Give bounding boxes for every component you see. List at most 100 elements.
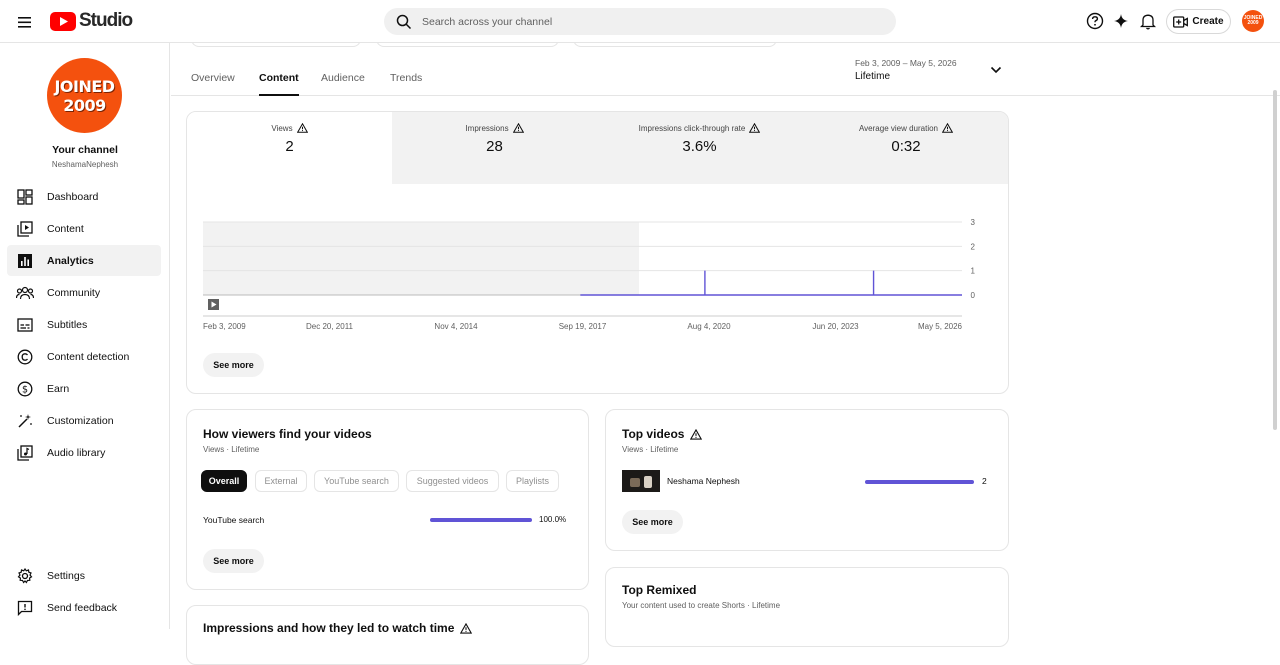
analytics-icon: [16, 252, 34, 270]
chart-y-axis: 3 2 1 0: [971, 218, 976, 300]
video-thumbnail[interactable]: [622, 470, 660, 492]
account-avatar[interactable]: JOINED 2009: [1242, 10, 1264, 32]
search-input[interactable]: [422, 15, 842, 28]
content-icon: [16, 220, 34, 238]
chart-x-tick-label: Nov 4, 2014: [434, 322, 478, 331]
chip-youtube-search[interactable]: YouTube search: [314, 470, 399, 492]
help-icon[interactable]: [1085, 11, 1105, 31]
see-more-button[interactable]: See more: [203, 549, 264, 573]
sidebar-item-earn[interactable]: $ Earn: [7, 373, 161, 404]
warning-icon: [942, 123, 953, 133]
chart-x-tick-label: Jun 20, 2023: [812, 322, 859, 331]
sidebar-item-label: Dashboard: [47, 190, 99, 203]
chart-shaded-region: [203, 222, 639, 295]
chart-x-tick-label: Sep 19, 2017: [559, 322, 607, 331]
logo-text: Studio: [79, 10, 133, 31]
video-views-bar: [865, 480, 974, 484]
studio-logo[interactable]: Studio: [50, 10, 133, 32]
play-icon[interactable]: [208, 299, 219, 310]
notifications-icon[interactable]: [1138, 11, 1158, 31]
dollar-icon: $: [16, 380, 34, 398]
top-bar: Studio Create JOINED 2009: [0, 0, 1280, 43]
metric-views[interactable]: Views 2: [187, 112, 393, 184]
sidebar-item-content[interactable]: Content: [7, 213, 161, 244]
see-more-button[interactable]: See more: [203, 353, 264, 377]
traffic-source-bar: [430, 518, 532, 522]
sidebar-item-label: Audio library: [47, 446, 106, 459]
views-chart[interactable]: 3 2 1 0 Feb 3, 2009 Dec 20, 2011 Nov 4, 2014 S…: [187, 202, 1008, 337]
sidebar-item-content-detection[interactable]: Content detection: [7, 341, 161, 372]
youtube-logo-icon: [50, 11, 76, 31]
svg-text:$: $: [22, 384, 28, 395]
warning-icon: [296, 123, 308, 133]
create-button[interactable]: Create: [1166, 9, 1231, 34]
sidebar-item-label: Analytics: [47, 254, 94, 267]
metric-impressions[interactable]: Impressions 28: [392, 112, 598, 184]
tab-content[interactable]: Content: [259, 72, 299, 96]
card-title: Top Remixed: [622, 583, 697, 597]
sidebar-item-label: Settings: [47, 569, 85, 582]
page-scrollbar[interactable]: [1273, 90, 1277, 430]
traffic-sources-card: How viewers find your videos Views · Lif…: [186, 409, 589, 590]
chip-suggested-videos[interactable]: Suggested videos: [406, 470, 499, 492]
chip-overall[interactable]: Overall: [201, 470, 247, 492]
sidebar-item-community[interactable]: Community: [7, 277, 161, 308]
search-icon: [396, 14, 412, 29]
metric-label: Impressions: [465, 123, 509, 133]
metric-value: 28: [486, 138, 503, 155]
video-views-value: 2: [982, 476, 987, 486]
card-title: Impressions and how they led to watch ti…: [203, 621, 473, 635]
dashboard-icon: [16, 188, 34, 206]
menu-icon[interactable]: [15, 12, 35, 32]
tab-audience[interactable]: Audience: [321, 72, 365, 96]
metric-label: Average view duration: [858, 123, 938, 133]
sidebar-item-label: Content: [47, 222, 84, 235]
sidebar-item-audio-library[interactable]: Audio library: [7, 437, 161, 468]
warning-icon: [512, 123, 524, 133]
audio-library-icon: [16, 444, 34, 462]
sidebar-item-send-feedback[interactable]: Send feedback: [7, 592, 161, 623]
top-remixed-card: Top Remixed Your content used to create …: [605, 567, 1009, 647]
avatar-line-1: JOINED: [54, 76, 115, 96]
metric-value: 0:32: [891, 138, 921, 155]
traffic-source-label: YouTube search: [203, 515, 265, 525]
metric-ctr[interactable]: Impressions click-through rate 3.6%: [597, 112, 803, 184]
sparkle-icon[interactable]: [1111, 11, 1131, 31]
sidebar-item-label: Community: [47, 286, 101, 299]
sidebar-item-subtitles[interactable]: Subtitles: [7, 309, 161, 340]
tab-trends[interactable]: Trends: [390, 72, 422, 96]
warning-icon: [460, 622, 473, 634]
metric-avg-view-duration[interactable]: Average view duration 0:32: [802, 112, 1008, 184]
community-icon: [16, 284, 34, 302]
metric-value: 3.6%: [682, 138, 717, 155]
card-subtitle: Views · Lifetime: [203, 445, 260, 454]
sidebar-item-settings[interactable]: Settings: [7, 560, 161, 591]
analytics-tabs: Overview Content Audience Trends Feb 3, …: [171, 37, 1280, 96]
card-title-text: Top videos: [622, 427, 685, 441]
card-title-text: Impressions and how they led to watch ti…: [203, 621, 455, 635]
chip-external[interactable]: External: [255, 470, 307, 492]
chart-x-axis: Feb 3, 2009 Dec 20, 2011 Nov 4, 2014 Sep 19…: [203, 322, 963, 331]
chart-x-tick-label: Feb 3, 2009: [203, 322, 246, 331]
channel-handle: NeshamaNephesh: [51, 160, 119, 169]
search-bar[interactable]: [384, 8, 896, 35]
date-range-text[interactable]: Feb 3, 2009 – May 5, 2026: [855, 58, 957, 68]
sidebar-item-customization[interactable]: Customization: [7, 405, 161, 436]
feedback-icon: [16, 599, 34, 617]
video-title[interactable]: Neshama Nephesh: [667, 476, 740, 486]
chart-y-tick-label: 0: [971, 291, 976, 300]
see-more-button[interactable]: See more: [622, 510, 683, 534]
chart-x-tick-label: Aug 4, 2020: [687, 322, 731, 331]
traffic-source-value: 100.0%: [539, 515, 567, 524]
chevron-down-icon[interactable]: [989, 63, 1003, 77]
metric-label: Impressions click-through rate: [638, 123, 746, 133]
sidebar-item-analytics[interactable]: Analytics: [7, 245, 161, 276]
chip-playlists[interactable]: Playlists: [506, 470, 559, 492]
channel-avatar[interactable]: JOINED 2009: [47, 58, 122, 133]
date-range-label[interactable]: Lifetime: [855, 71, 890, 82]
chart-y-tick-label: 3: [971, 218, 976, 227]
add-video-icon: [1173, 15, 1189, 28]
tab-overview[interactable]: Overview: [191, 72, 235, 96]
magic-wand-icon: [16, 412, 34, 430]
sidebar-item-dashboard[interactable]: Dashboard: [7, 181, 161, 212]
